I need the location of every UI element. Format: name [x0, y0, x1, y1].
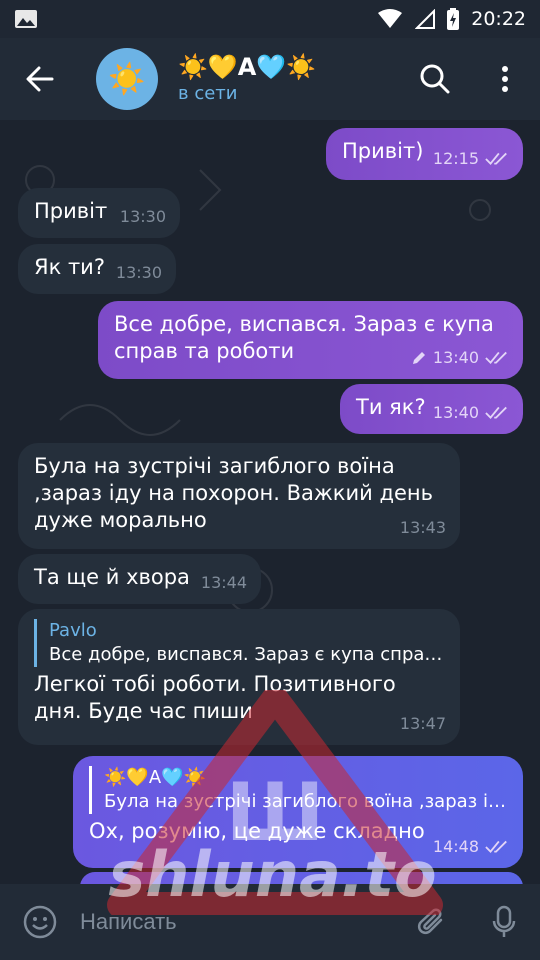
reply-preview[interactable]: Pavlo Все добре, виспався. Зараз є купа … [34, 619, 444, 667]
wifi-icon [378, 9, 403, 28]
message-list[interactable]: Привіт) 12:15 Привіт 13:30 Як ти? 13:30 … [0, 120, 540, 884]
double-check-icon [485, 351, 507, 364]
message-input[interactable] [80, 884, 396, 960]
status-bar: 20:22 [0, 0, 540, 38]
reply-text: Все добре, виспався. Зараз є купа спра… [49, 644, 443, 665]
message-outgoing[interactable]: Привіт) 12:15 [326, 128, 523, 180]
message-text: Привіт [34, 199, 108, 223]
microphone-icon [492, 905, 516, 937]
chat-header: ☀️ ☀️💛А🩵☀️ в сети [0, 38, 540, 120]
message-incoming[interactable]: Привіт 13:30 [18, 188, 180, 238]
message-text: Як ти? [34, 255, 105, 279]
message-outgoing[interactable]: Все добре, виспався. Зараз є купа справ … [98, 301, 523, 379]
message-incoming[interactable]: Була на зустрічі загиблого воїна ,зараз … [18, 443, 460, 549]
arrow-left-icon [26, 66, 54, 92]
battery-icon [447, 8, 460, 30]
chat-title: ☀️💛А🩵☀️ [178, 53, 317, 81]
smiley-icon [23, 905, 57, 939]
message-time: 14:48 [432, 837, 479, 856]
emoji-button[interactable] [0, 884, 80, 960]
microphone-button[interactable] [468, 884, 540, 960]
more-button[interactable] [470, 38, 540, 120]
avatar[interactable]: ☀️ [96, 48, 158, 110]
message-text: Легкої тобі роботи. Позитивного дня. Буд… [34, 672, 396, 723]
more-vertical-icon [502, 66, 508, 92]
chat-status: в сети [178, 83, 238, 104]
avatar-emoji: ☀️ [108, 61, 146, 97]
double-check-icon [485, 840, 507, 853]
message-outgoing-reply[interactable]: ☀️💛А🩵☀️ Була на зустрічі загиблого воїна… [73, 756, 523, 868]
search-button[interactable] [400, 38, 470, 120]
message-composer [0, 884, 540, 960]
message-incoming-reply[interactable]: Pavlo Все добре, виспався. Зараз є купа … [18, 609, 460, 745]
reply-preview[interactable]: ☀️💛А🩵☀️ Була на зустрічі загиблого воїна… [89, 766, 507, 814]
message-incoming[interactable]: Та ще й хвора 13:44 [18, 554, 261, 604]
message-text: Привіт) [342, 139, 424, 163]
paperclip-icon [417, 908, 443, 935]
message-time: 13:47 [399, 714, 446, 733]
message-time: 13:40 [432, 403, 479, 422]
gallery-icon [15, 10, 37, 28]
message-outgoing[interactable]: Ти як? 13:40 [340, 384, 523, 434]
reply-text: Була на зустрічі загиблого воїна ,зараз … [104, 791, 506, 812]
message-text: Та ще й хвора [34, 565, 190, 589]
message-time: 12:15 [432, 149, 479, 168]
message-time: 13:40 [432, 348, 479, 367]
attach-button[interactable] [396, 884, 468, 960]
search-icon [420, 64, 450, 94]
chat-title-box[interactable]: ☀️💛А🩵☀️ в сети [178, 52, 316, 106]
message-time: 13:44 [200, 573, 247, 592]
message-time: 13:43 [399, 518, 446, 537]
message-incoming[interactable]: Як ти? 13:30 [18, 244, 176, 294]
reply-author: ☀️💛А🩵☀️ [104, 767, 206, 788]
double-check-icon [485, 152, 507, 165]
message-text: Ох, розумію, це дуже складно [89, 819, 425, 843]
signal-icon [415, 9, 436, 29]
back-button[interactable] [0, 38, 80, 120]
message-text: Ти як? [356, 395, 426, 419]
reply-author: Pavlo [49, 620, 97, 641]
edited-pencil-icon [412, 351, 425, 364]
message-text: Була на зустрічі загиблого воїна ,зараз … [34, 454, 433, 532]
double-check-icon [485, 406, 507, 419]
message-time: 13:30 [115, 263, 162, 282]
status-time: 20:22 [471, 8, 526, 30]
message-time: 13:30 [119, 207, 166, 226]
message-outgoing-partial[interactable] [80, 872, 523, 884]
